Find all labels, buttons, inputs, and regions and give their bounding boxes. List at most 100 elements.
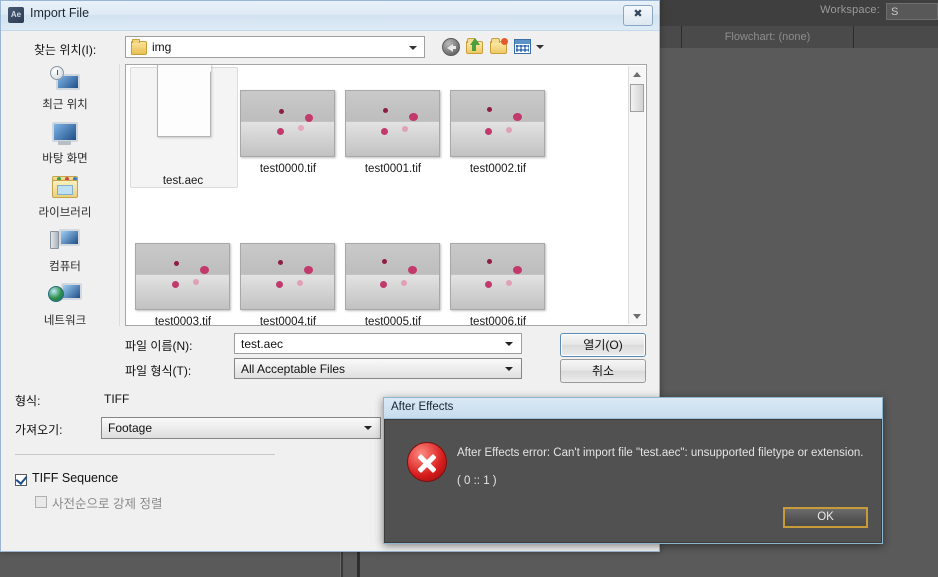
- places-sidebar: 최근 위치 바탕 화면 라이브러리 컴퓨터 네트워크: [11, 64, 120, 327]
- file-list[interactable]: test.aec test0000.tif test0001.tif test0…: [125, 64, 647, 326]
- new-badge: [501, 38, 508, 45]
- scroll-up-button[interactable]: [629, 66, 645, 82]
- sidebar-label: 라이브러리: [38, 207, 92, 219]
- views-grid-glyph: [514, 39, 531, 54]
- list-item[interactable]: test.aec: [133, 65, 233, 187]
- file-type-value: All Acceptable Files: [241, 362, 346, 376]
- list-item[interactable]: test0003.tif: [133, 243, 233, 325]
- up-arrow-head: [470, 38, 480, 45]
- close-icon[interactable]: ✖: [623, 5, 653, 26]
- options-divider: [15, 454, 275, 455]
- scrollbar-thumb[interactable]: [630, 84, 644, 112]
- ae-panel-divider-2: [357, 552, 360, 577]
- globe-shape: [48, 286, 64, 302]
- file-name-field-label: 파일 이름(N):: [125, 339, 193, 353]
- error-ok-button[interactable]: OK: [783, 507, 868, 528]
- ae-panel-tab-right[interactable]: [854, 26, 938, 48]
- cancel-button[interactable]: 취소: [560, 359, 646, 383]
- views-icon[interactable]: [514, 38, 534, 56]
- sidebar-label: 네트워크: [43, 315, 87, 327]
- file-name-label: test.aec: [162, 175, 204, 187]
- sidebar-item-computer[interactable]: 컴퓨터: [11, 228, 119, 280]
- open-button[interactable]: 열기(O): [560, 333, 646, 357]
- tab-flowchart[interactable]: Flowchart: (none): [682, 26, 854, 48]
- sidebar-item-desktop[interactable]: 바탕 화면: [11, 120, 119, 172]
- sidebar-item-network[interactable]: 네트워크: [11, 282, 119, 334]
- thumb-dot: [512, 113, 522, 121]
- document-page: [156, 65, 211, 137]
- thumb-dot: [380, 128, 388, 135]
- chevron-down-icon[interactable]: [505, 342, 513, 346]
- ae-panel-divider-1: [341, 552, 343, 577]
- thumb-dot: [407, 266, 417, 274]
- new-folder-icon[interactable]: [490, 38, 508, 56]
- list-item[interactable]: test0000.tif: [238, 90, 338, 175]
- thumb-dot: [505, 127, 512, 133]
- up-folder-icon[interactable]: [466, 38, 484, 56]
- up-arrow-stem: [472, 44, 476, 51]
- thumb-dot: [192, 279, 199, 285]
- look-in-value: img: [152, 40, 172, 54]
- sidebar-label: 컴퓨터: [49, 261, 81, 273]
- file-name-input[interactable]: test.aec: [234, 333, 522, 354]
- after-effects-icon: Ae: [8, 7, 24, 23]
- list-item[interactable]: test0006.tif: [448, 243, 548, 326]
- import-as-select[interactable]: Footage: [101, 417, 381, 439]
- list-item[interactable]: test0002.tif: [448, 90, 548, 175]
- computer-icon: [48, 228, 82, 256]
- chevron-down-icon[interactable]: [505, 367, 513, 371]
- file-name-label: test0001.tif: [364, 163, 422, 175]
- back-icon[interactable]: [442, 38, 460, 56]
- desktop-icon: [48, 120, 82, 148]
- sidebar-item-recent-places[interactable]: 최근 위치: [11, 66, 119, 118]
- monitor-shape: [61, 283, 82, 300]
- import-dialog-titlebar: Ae Import File ✖: [1, 1, 659, 31]
- file-name-value: test.aec: [241, 337, 284, 351]
- file-name-label: test0002.tif: [469, 163, 527, 175]
- file-type-select[interactable]: All Acceptable Files: [234, 358, 522, 379]
- workspace-select[interactable]: S: [886, 3, 938, 20]
- thumbnail-image: [239, 90, 335, 157]
- library-book: [57, 185, 73, 195]
- file-name-label: test0004.tif: [259, 316, 317, 326]
- import-as-value: Footage: [108, 421, 153, 435]
- file-name-label: test0006.tif: [469, 316, 527, 326]
- ae-panel-tab-left[interactable]: [660, 26, 682, 48]
- tiff-sequence-label: TIFF Sequence: [32, 471, 119, 485]
- import-as-label: 가져오기:: [15, 423, 63, 437]
- thumb-dot: [296, 280, 303, 286]
- thumbnail-image: [449, 243, 545, 310]
- thumb-dot: [304, 114, 313, 122]
- list-item[interactable]: test0001.tif: [343, 90, 443, 175]
- tiff-sequence-checkbox[interactable]: [15, 472, 28, 486]
- file-name-label: test0005.tif: [364, 316, 422, 326]
- force-alphabetical-checkbox[interactable]: [35, 496, 47, 508]
- chevron-down-icon: [409, 46, 417, 50]
- thumbnail: [344, 90, 442, 159]
- format-label: 형식:: [15, 394, 41, 408]
- chevron-up-icon: [633, 72, 641, 77]
- list-item[interactable]: test0004.tif: [238, 243, 338, 326]
- network-icon: [48, 282, 82, 310]
- chevron-down-icon[interactable]: [364, 426, 372, 430]
- scroll-down-button[interactable]: [629, 308, 645, 324]
- error-code: ( 0 :: 1 ): [457, 475, 497, 487]
- folder-icon: [131, 39, 147, 55]
- sidebar-label: 바탕 화면: [42, 153, 88, 165]
- import-dialog-title: Import File: [30, 6, 90, 20]
- views-grid-cells: [516, 45, 529, 52]
- thumb-dot: [303, 266, 313, 274]
- look-in-combobox[interactable]: img: [125, 36, 425, 58]
- thumb-dot: [484, 128, 492, 135]
- format-value: TIFF: [104, 392, 130, 406]
- scrollbar-vertical[interactable]: [628, 66, 645, 324]
- file-name-label: test0000.tif: [259, 163, 317, 175]
- ae-panel-divider-highlight: [340, 552, 341, 577]
- list-item[interactable]: test0005.tif: [343, 243, 443, 326]
- thumbnail: [239, 90, 337, 159]
- thumb-dot: [400, 280, 407, 286]
- sidebar-item-libraries[interactable]: 라이브러리: [11, 174, 119, 226]
- thumbnail-image: [344, 90, 440, 157]
- chevron-down-icon[interactable]: [536, 45, 544, 49]
- thumbnail: [449, 243, 547, 312]
